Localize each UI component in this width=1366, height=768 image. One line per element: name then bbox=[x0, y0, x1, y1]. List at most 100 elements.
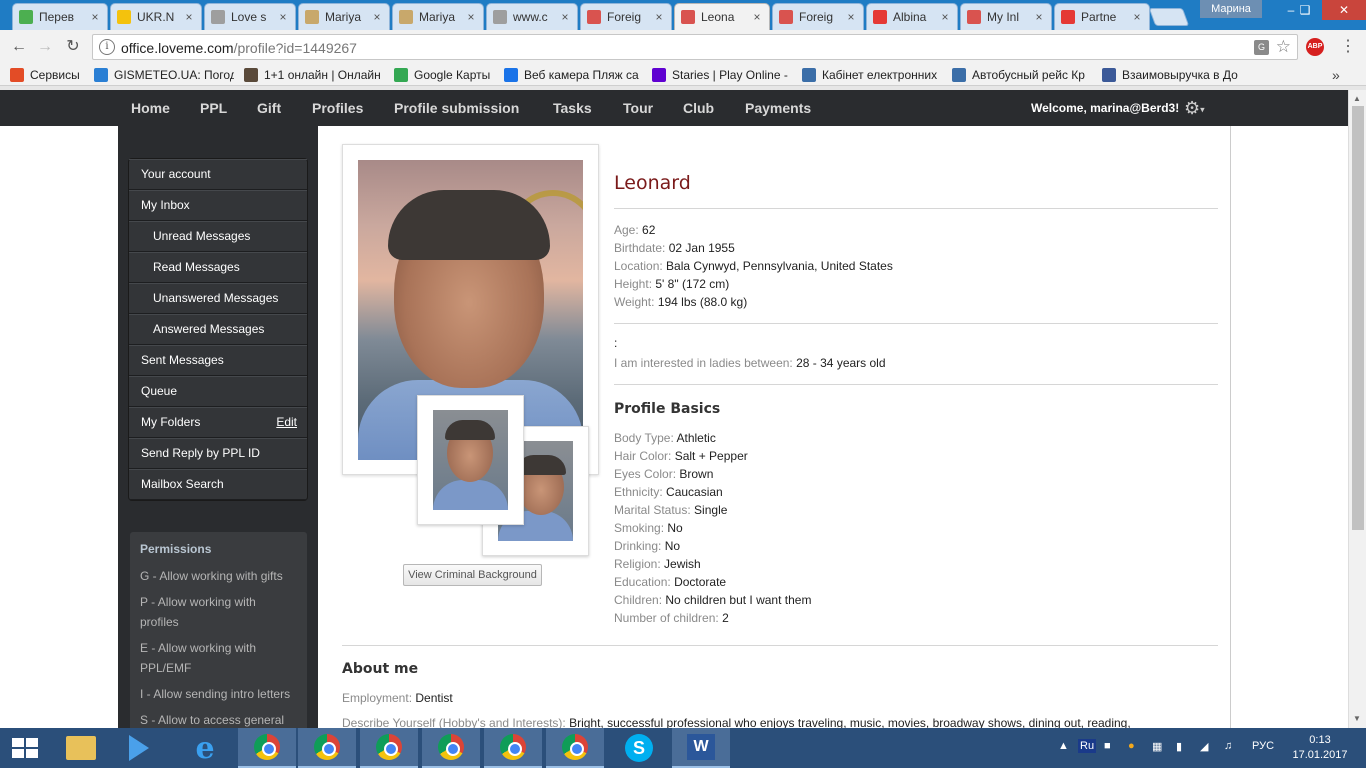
taskbar-clock[interactable]: 0:13 17.01.2017 bbox=[1292, 733, 1348, 763]
sidebar-item-send-reply-by-ppl-id[interactable]: Send Reply by PPL ID bbox=[129, 438, 307, 469]
sidebar-item-read-messages[interactable]: Read Messages bbox=[129, 252, 307, 283]
browser-tab[interactable]: Albina × bbox=[866, 3, 958, 30]
tray-network-icon[interactable]: ▦ bbox=[1152, 740, 1162, 753]
sidebar-item-queue[interactable]: Queue bbox=[129, 376, 307, 407]
scroll-down-icon[interactable]: ▼ bbox=[1353, 714, 1361, 723]
tab-close-icon[interactable]: × bbox=[371, 10, 383, 24]
skype-icon[interactable]: S bbox=[610, 728, 668, 768]
file-explorer-icon[interactable] bbox=[52, 728, 110, 768]
bookmark-item[interactable]: Кабінет електронних bbox=[802, 67, 937, 83]
tray-avast-icon[interactable]: ● bbox=[1128, 740, 1135, 752]
settings-gear-icon[interactable]: ⚙▾ bbox=[1184, 98, 1212, 118]
bookmark-item[interactable]: GISMETEO.UA: Погод bbox=[94, 67, 234, 83]
sidebar-item-answered-messages[interactable]: Answered Messages bbox=[129, 314, 307, 345]
browser-tab[interactable]: Mariya × bbox=[298, 3, 390, 30]
tab-close-icon[interactable]: × bbox=[1131, 10, 1143, 24]
nav-item-profiles[interactable]: Profiles bbox=[312, 100, 363, 116]
tray-signal-icon[interactable]: ◢ bbox=[1200, 740, 1208, 753]
translate-icon[interactable]: G bbox=[1254, 40, 1269, 55]
tray-arrow-icon[interactable]: ▲ bbox=[1058, 740, 1069, 752]
browser-tab[interactable]: UKR.N × bbox=[110, 3, 202, 30]
media-player-icon[interactable] bbox=[110, 728, 168, 768]
forward-arrow-icon[interactable]: → bbox=[36, 38, 54, 56]
tab-close-icon[interactable]: × bbox=[845, 10, 857, 24]
browser-menu-icon[interactable]: ⋮ bbox=[1340, 38, 1356, 56]
page-scrollbar[interactable]: ▲ ▼ bbox=[1348, 90, 1366, 728]
browser-tab[interactable]: Love s × bbox=[204, 3, 296, 30]
chrome-taskbar-3-icon[interactable] bbox=[360, 728, 418, 768]
browser-tab[interactable]: Partne × bbox=[1054, 3, 1150, 30]
tab-close-icon[interactable]: × bbox=[751, 10, 763, 24]
bookmark-item[interactable]: Сервисы bbox=[10, 67, 80, 83]
sidebar-item-unanswered-messages[interactable]: Unanswered Messages bbox=[129, 283, 307, 314]
chrome-taskbar-5-icon[interactable] bbox=[484, 728, 542, 768]
nav-item-tour[interactable]: Tour bbox=[623, 100, 653, 116]
tab-close-icon[interactable]: × bbox=[1033, 10, 1045, 24]
nav-item-payments[interactable]: Payments bbox=[745, 100, 811, 116]
word-icon[interactable]: W bbox=[672, 728, 730, 768]
tab-close-icon[interactable]: × bbox=[465, 10, 477, 24]
nav-item-tasks[interactable]: Tasks bbox=[553, 100, 592, 116]
browser-tab[interactable]: My Inl × bbox=[960, 3, 1052, 30]
chrome-taskbar-4-icon[interactable] bbox=[422, 728, 480, 768]
internet-explorer-icon[interactable]: e bbox=[176, 728, 234, 768]
bookmark-item[interactable]: Автобусный рейс Кр bbox=[952, 67, 1085, 83]
sidebar-item-my-folders[interactable]: My Folders Edit bbox=[129, 407, 307, 438]
bookmark-item[interactable]: Staries | Play Online - bbox=[652, 67, 788, 83]
nav-item-profile-submission[interactable]: Profile submission bbox=[394, 100, 519, 116]
tab-close-icon[interactable]: × bbox=[559, 10, 571, 24]
sidebar-item-my-inbox[interactable]: My Inbox bbox=[129, 190, 307, 221]
bookmark-item[interactable]: Google Карты bbox=[394, 67, 490, 83]
bookmark-star-icon[interactable]: ☆ bbox=[1276, 37, 1291, 57]
tray-language-ru[interactable]: Ru bbox=[1078, 739, 1097, 753]
nav-item-gift[interactable]: Gift bbox=[257, 100, 281, 116]
browser-profile-badge[interactable]: Марина bbox=[1200, 0, 1262, 18]
profile-field-row: Weight: 194 lbs (88.0 kg) bbox=[614, 295, 747, 309]
browser-tab[interactable]: Foreig × bbox=[772, 3, 864, 30]
windows-start-icon[interactable] bbox=[12, 738, 38, 758]
chrome-taskbar-1-icon[interactable] bbox=[238, 728, 296, 768]
tray-battery-icon[interactable]: ▮ bbox=[1176, 740, 1182, 753]
tab-close-icon[interactable]: × bbox=[183, 10, 195, 24]
nav-item-ppl[interactable]: PPL bbox=[200, 100, 227, 116]
tab-close-icon[interactable]: × bbox=[653, 10, 665, 24]
browser-tab[interactable]: Foreig × bbox=[580, 3, 672, 30]
tray-app-icon[interactable]: ■ bbox=[1104, 740, 1111, 752]
bookmarks-overflow-icon[interactable]: » bbox=[1332, 67, 1340, 83]
sidebar-item-unread-messages[interactable]: Unread Messages bbox=[129, 221, 307, 252]
reload-icon[interactable]: ↻ bbox=[64, 38, 82, 56]
browser-tab[interactable]: Перев × bbox=[12, 3, 108, 30]
browser-tab[interactable]: www.c × bbox=[486, 3, 578, 30]
nav-item-home[interactable]: Home bbox=[131, 100, 170, 116]
profile-field-row: Children: No children but I want them bbox=[614, 593, 811, 607]
restore-icon[interactable]: ❑ bbox=[1290, 0, 1320, 20]
bookmark-item[interactable]: Взаимовыручка в До bbox=[1102, 67, 1238, 83]
back-arrow-icon[interactable]: ← bbox=[10, 38, 28, 56]
photo-thumbnail-1[interactable] bbox=[417, 395, 524, 525]
new-tab-button[interactable] bbox=[1148, 8, 1190, 26]
tray-volume-icon[interactable]: ♫ bbox=[1224, 740, 1232, 752]
bookmark-item[interactable]: 1+1 онлайн | Онлайн bbox=[244, 67, 381, 83]
tray-keyboard-language[interactable]: РУС bbox=[1252, 740, 1274, 752]
bookmark-item[interactable]: Веб камера Пляж са bbox=[504, 67, 639, 83]
chrome-taskbar-2-icon[interactable] bbox=[298, 728, 356, 768]
chrome-taskbar-6-icon[interactable] bbox=[546, 728, 604, 768]
sidebar-item-mailbox-search[interactable]: Mailbox Search bbox=[129, 469, 307, 500]
window-close-icon[interactable]: ✕ bbox=[1322, 0, 1366, 20]
tab-close-icon[interactable]: × bbox=[939, 10, 951, 24]
url-text[interactable]: office.loveme.com/profile?id=1449267 bbox=[121, 40, 357, 56]
sidebar-item-your-account[interactable]: Your account bbox=[129, 159, 307, 190]
adblock-icon[interactable]: ABP bbox=[1306, 38, 1324, 56]
browser-tab[interactable]: Mariya × bbox=[392, 3, 484, 30]
browser-tab[interactable]: Leona × bbox=[674, 3, 770, 30]
site-info-icon[interactable]: i bbox=[99, 39, 115, 55]
edit-folders-link[interactable]: Edit bbox=[276, 408, 297, 437]
sidebar-item-sent-messages[interactable]: Sent Messages bbox=[129, 345, 307, 376]
address-bar[interactable]: i office.loveme.com/profile?id=1449267 G… bbox=[92, 34, 1298, 60]
tab-close-icon[interactable]: × bbox=[89, 10, 101, 24]
scroll-up-icon[interactable]: ▲ bbox=[1353, 94, 1361, 103]
view-criminal-background-button[interactable]: View Criminal Background bbox=[403, 564, 542, 586]
scrollbar-thumb[interactable] bbox=[1352, 106, 1364, 530]
tab-close-icon[interactable]: × bbox=[277, 10, 289, 24]
nav-item-club[interactable]: Club bbox=[683, 100, 714, 116]
